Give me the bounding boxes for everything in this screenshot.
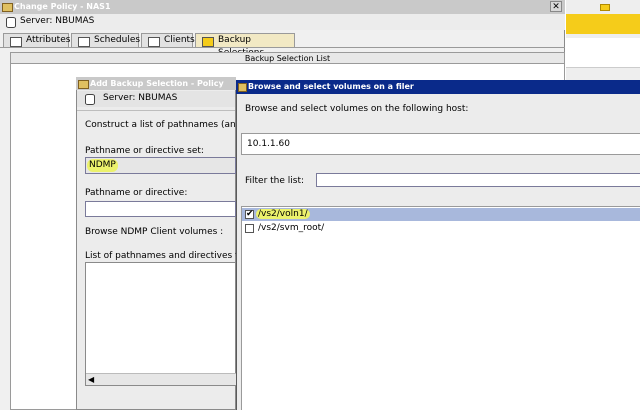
backup-selection-list-header-label: Backup Selection List xyxy=(244,54,331,63)
window-icon xyxy=(238,83,247,92)
policy-server-label: Server: NBUMAS xyxy=(20,16,95,26)
volume-label-text: /vs2/voln1/ xyxy=(256,209,310,219)
add-dialog-titlebar[interactable]: Add Backup Selection - Policy NAS1 xyxy=(76,77,236,101)
right-yellow-bar xyxy=(566,14,640,34)
backup-selection-list-header: Backup Selection List xyxy=(10,52,565,64)
host-value: 10.1.1.60 xyxy=(247,139,290,149)
schedules-tab-icon xyxy=(78,37,90,47)
add-dialog-server-label: Server: NBUMAS xyxy=(103,93,178,103)
volume-row[interactable]: ✔ /vs2/voln1/ xyxy=(242,208,640,221)
tab-attributes-label: Attributes xyxy=(26,35,71,45)
tab-schedules-label: Schedules xyxy=(94,35,141,45)
instruction-text: Construct a list of pathnames (and di xyxy=(85,120,253,130)
tab-clients[interactable]: Clients xyxy=(141,33,195,47)
policy-server-row: Server: NBUMAS xyxy=(0,14,565,30)
directive-set-value: NDMP xyxy=(87,159,118,172)
pathname-list[interactable] xyxy=(85,262,236,386)
directive-set-label: Pathname or directive set: xyxy=(85,146,204,156)
database-icon xyxy=(85,94,95,105)
list-label: List of pathnames and directives to a xyxy=(85,251,253,261)
host-prompt: Browse and select volumes on the followi… xyxy=(245,104,469,114)
window-icon xyxy=(2,3,13,12)
tab-attributes[interactable]: Attributes xyxy=(3,33,71,47)
add-dialog-separator xyxy=(77,110,235,111)
volume-row[interactable]: /vs2/svm_root/ xyxy=(242,222,640,235)
host-field: 10.1.1.60 xyxy=(241,133,640,155)
volume-label: /vs2/svm_root/ xyxy=(258,223,325,233)
tab-clients-label: Clients xyxy=(164,35,195,45)
scroll-left-arrow-icon[interactable]: ◀ xyxy=(88,375,94,385)
right-badge xyxy=(600,4,610,11)
filter-input[interactable] xyxy=(316,173,640,187)
volume-checkbox[interactable]: ✔ xyxy=(245,209,254,219)
close-icon: ✕ xyxy=(552,2,560,12)
volume-label: /vs2/voln1/ xyxy=(256,208,310,221)
browse-dialog-title: Browse and select volumes on a filer xyxy=(248,82,414,91)
right-white-panel xyxy=(566,38,640,68)
checkmark-icon: ✔ xyxy=(246,209,254,219)
browse-dialog-titlebar[interactable]: Browse and select volumes on a filer xyxy=(236,80,640,94)
filter-label: Filter the list: xyxy=(245,176,305,186)
volume-list xyxy=(241,206,640,410)
clients-tab-icon xyxy=(148,37,160,47)
directive-set-select[interactable]: NDMP xyxy=(85,157,236,174)
database-icon xyxy=(6,17,16,28)
change-policy-titlebar[interactable]: Change Policy - NAS1 xyxy=(0,0,565,14)
browse-label: Browse NDMP Client volumes : xyxy=(85,227,224,237)
tab-underline xyxy=(0,47,565,48)
pathname-label: Pathname or directive: xyxy=(85,188,188,198)
backup-selections-tab-icon xyxy=(202,37,214,47)
volume-checkbox[interactable] xyxy=(245,224,254,233)
add-dialog-server-row: Server: NBUMAS xyxy=(77,91,235,107)
tab-schedules[interactable]: Schedules xyxy=(71,33,141,47)
pathname-input[interactable] xyxy=(85,201,236,217)
pathname-list-hscrollbar[interactable]: ◀ xyxy=(86,373,236,385)
close-button[interactable]: ✕ xyxy=(550,1,562,12)
window-icon xyxy=(78,80,89,89)
change-policy-title: Change Policy - NAS1 xyxy=(14,2,111,11)
tab-backup-selections[interactable]: Backup Selections xyxy=(195,33,295,58)
attributes-tab-icon xyxy=(10,37,22,47)
